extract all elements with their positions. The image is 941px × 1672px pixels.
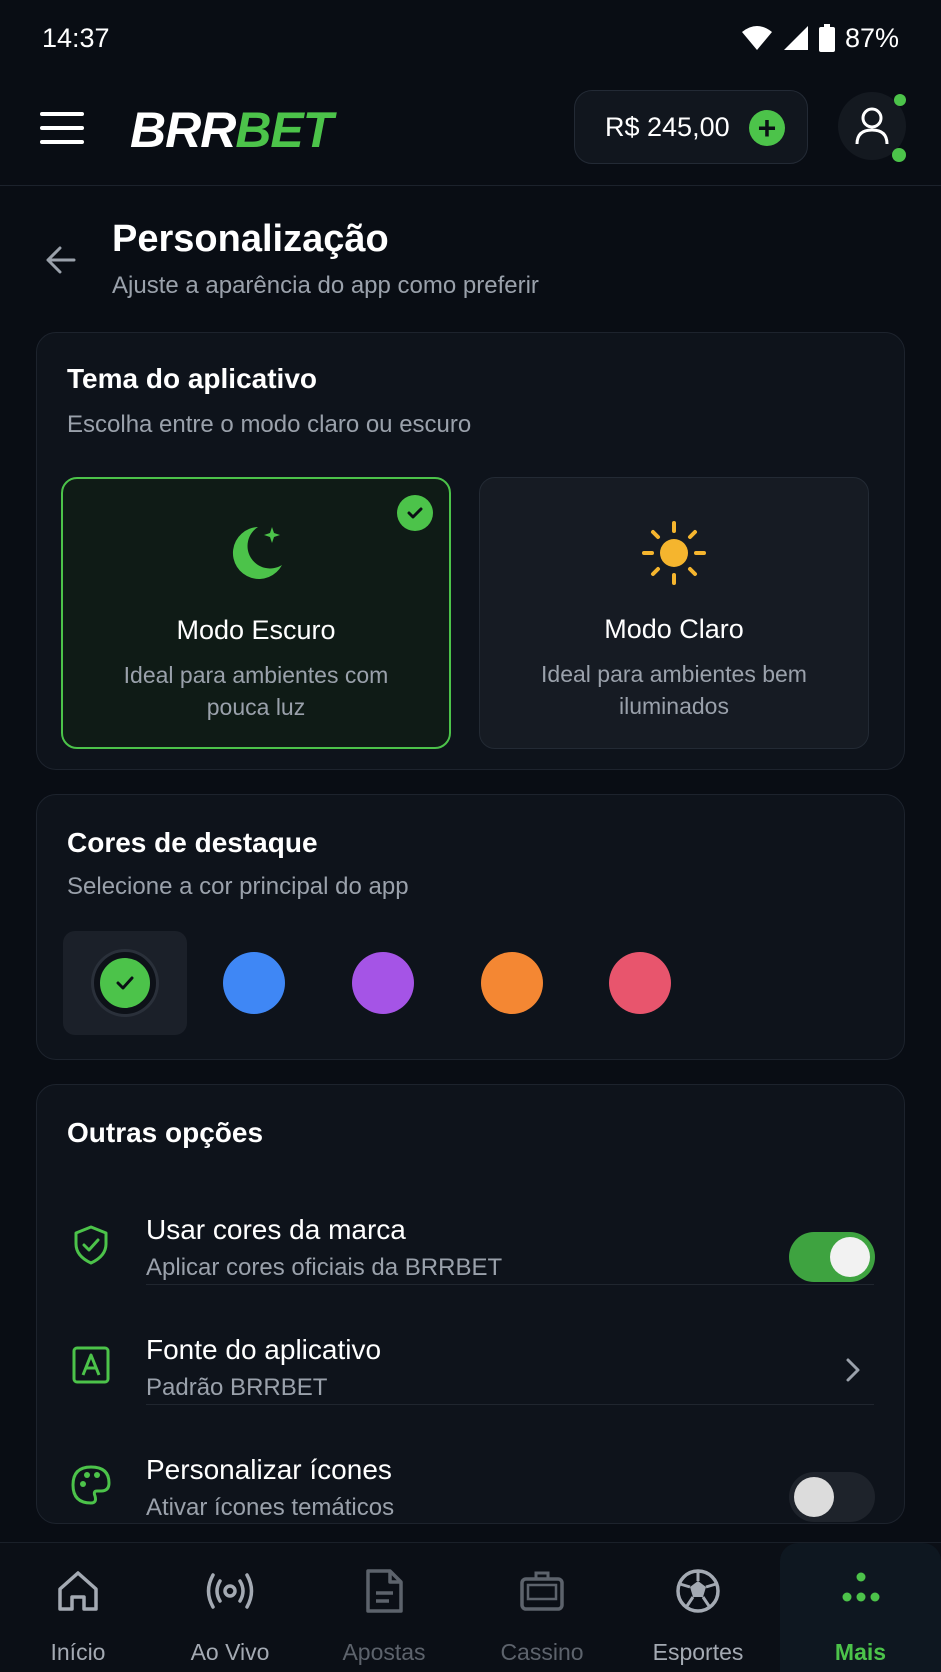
- page-title: Personalização: [112, 218, 389, 260]
- theme-title: Tema do aplicativo: [67, 363, 317, 394]
- light-mode-label: Modo Claro: [604, 614, 744, 644]
- dark-mode-desc: Ideal para ambientes com pouca luz: [123, 662, 389, 720]
- battery-icon: [818, 24, 835, 52]
- bets-icon: [306, 1567, 462, 1615]
- status-bar: 14:37 87%: [0, 0, 941, 76]
- font-icon: [70, 1344, 112, 1386]
- light-mode-desc: Ideal para ambientes bem iluminados: [541, 661, 807, 719]
- app-font-label: Fonte do aplicativo: [146, 1334, 382, 1365]
- check-icon: [116, 976, 134, 990]
- moon-icon: [63, 521, 449, 583]
- page-subtitle: Ajuste a aparência do app como preferir: [112, 272, 539, 299]
- bottom-navigation: Início Ao Vivo Apostas Cassino Esportes …: [0, 1542, 941, 1672]
- color-swatch-pink[interactable]: [578, 931, 702, 1035]
- custom-icons-label: Personalizar ícones: [146, 1454, 392, 1485]
- nav-more[interactable]: Mais: [780, 1543, 941, 1672]
- theme-subtitle: Escolha entre o modo claro ou escuro: [67, 411, 472, 438]
- light-mode-option[interactable]: Modo Claro Ideal para ambientes bem ilum…: [479, 477, 869, 749]
- status-indicators: 87%: [741, 23, 899, 54]
- back-arrow-icon[interactable]: [40, 238, 84, 282]
- palette-icon: [70, 1464, 112, 1506]
- swatch-blue: [223, 952, 285, 1014]
- more-icon: [780, 1567, 941, 1615]
- shield-check-icon: [70, 1224, 112, 1266]
- color-swatch-green[interactable]: [63, 931, 187, 1035]
- profile-avatar[interactable]: [838, 92, 906, 162]
- chevron-right-icon[interactable]: [841, 1354, 865, 1386]
- swatch-purple: [352, 952, 414, 1014]
- menu-icon[interactable]: [40, 112, 84, 148]
- accent-subtitle: Selecione a cor principal do app: [67, 873, 409, 900]
- divider: [146, 1404, 874, 1405]
- brand-colors-desc: Aplicar cores oficiais da BRRBET: [146, 1254, 503, 1281]
- swatch-pink: [609, 952, 671, 1014]
- casino-icon: [464, 1567, 620, 1615]
- notification-dot: [894, 94, 906, 106]
- app-font-option[interactable]: Fonte do aplicativo Padrão BRRBET: [36, 1304, 905, 1424]
- signal-icon: [783, 25, 809, 51]
- dark-mode-option[interactable]: Modo Escuro Ideal para ambientes com pou…: [61, 477, 451, 749]
- balance-button[interactable]: R$ 245,00 +: [574, 90, 808, 164]
- divider: [146, 1284, 874, 1285]
- swatch-orange: [481, 952, 543, 1014]
- color-swatch-purple[interactable]: [321, 931, 445, 1035]
- soccer-ball-icon: [620, 1567, 776, 1615]
- brand-colors-option[interactable]: Usar cores da marca Aplicar cores oficia…: [36, 1184, 905, 1304]
- color-swatch-orange[interactable]: [450, 931, 574, 1035]
- logo-text-white: BRR: [130, 102, 236, 158]
- swatch-green: [94, 952, 156, 1014]
- home-icon: [0, 1567, 156, 1615]
- battery-percent: 87%: [844, 22, 899, 53]
- logo-text-green: BET: [235, 102, 333, 158]
- app-font-value: Padrão BRRBET: [146, 1374, 328, 1401]
- nav-bets[interactable]: Apostas: [306, 1543, 462, 1672]
- nav-home-label: Início: [50, 1639, 106, 1665]
- custom-icons-option[interactable]: Personalizar ícones Ativar ícones temáti…: [36, 1424, 905, 1544]
- live-icon: [152, 1567, 308, 1615]
- sun-icon: [480, 520, 868, 586]
- status-time: 14:37: [42, 22, 110, 53]
- brand-colors-toggle[interactable]: [789, 1232, 875, 1282]
- custom-icons-toggle[interactable]: [789, 1472, 875, 1522]
- accent-title: Cores de destaque: [67, 827, 318, 858]
- nav-home[interactable]: Início: [0, 1543, 156, 1672]
- nav-sports-label: Esportes: [652, 1639, 744, 1665]
- dark-mode-label: Modo Escuro: [176, 615, 336, 645]
- user-icon: [855, 107, 889, 145]
- balance-amount: R$ 245,00: [605, 111, 730, 142]
- add-funds-icon[interactable]: +: [749, 110, 785, 146]
- accent-colors-card: Cores de destaque Selecione a cor princi…: [36, 794, 905, 1060]
- online-dot: [892, 148, 906, 162]
- wifi-icon: [741, 25, 773, 51]
- nav-sports[interactable]: Esportes: [620, 1543, 776, 1672]
- nav-casino-label: Cassino: [500, 1639, 584, 1665]
- brand-logo[interactable]: BRRBET: [130, 100, 333, 160]
- nav-more-label: Mais: [834, 1639, 887, 1665]
- custom-icons-desc: Ativar ícones temáticos: [146, 1494, 395, 1521]
- app-header: BRRBET R$ 245,00 +: [0, 76, 941, 186]
- brand-colors-label: Usar cores da marca: [146, 1214, 406, 1245]
- color-swatch-blue[interactable]: [192, 931, 316, 1035]
- nav-live[interactable]: Ao Vivo: [152, 1543, 308, 1672]
- nav-live-label: Ao Vivo: [190, 1639, 270, 1665]
- nav-casino[interactable]: Cassino: [464, 1543, 620, 1672]
- nav-bets-label: Apostas: [342, 1639, 426, 1665]
- theme-card: Tema do aplicativo Escolha entre o modo …: [36, 332, 905, 770]
